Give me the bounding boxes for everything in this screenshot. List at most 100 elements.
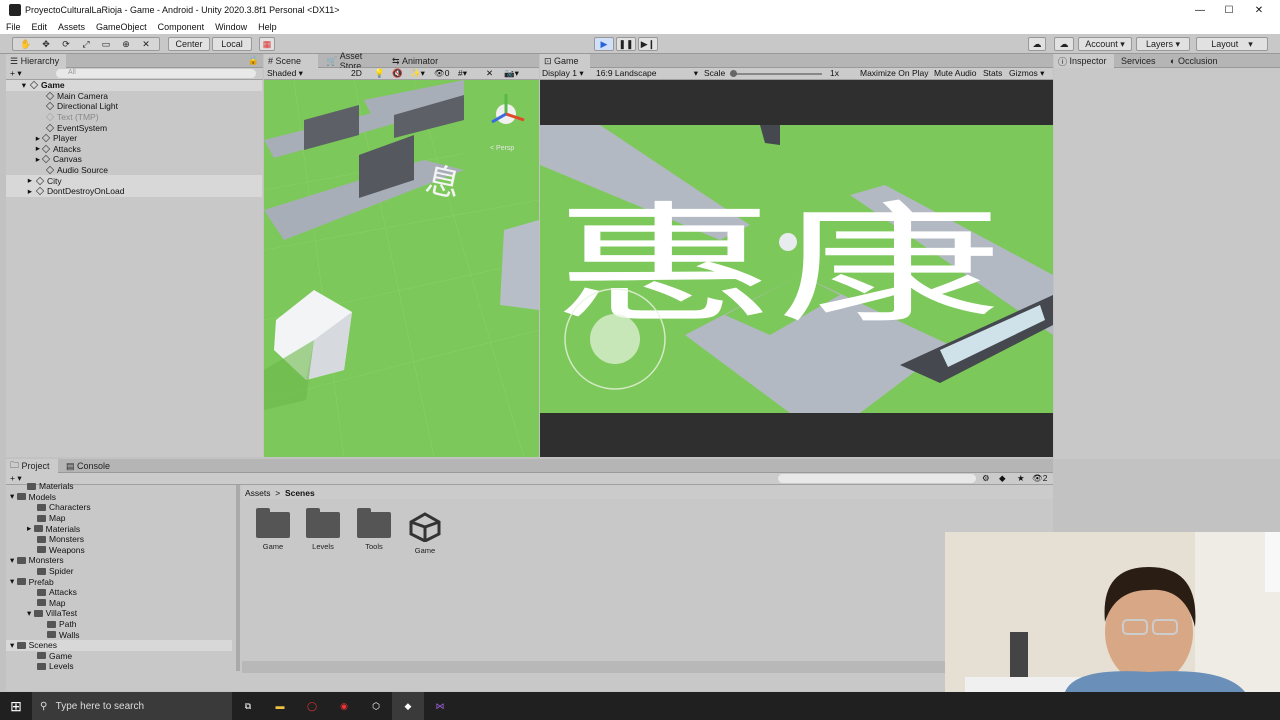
filter-label-icon[interactable]: ◆ [999,473,1006,484]
maximize-on-play-button[interactable]: Maximize On Play [860,68,929,78]
taskbar-search-input[interactable]: ⚲ Type here to search [32,692,232,720]
asset-item[interactable]: Game [403,512,447,555]
scale-tool-icon[interactable]: ⤢ [76,39,96,50]
tree-item[interactable]: Spider [37,566,74,577]
tab-game[interactable]: ⊡ Game [540,54,590,68]
tab-hierarchy[interactable]: ☰ Hierarchy [6,54,66,68]
rotate-tool-icon[interactable]: ⟳ [56,39,76,50]
asset-item[interactable]: Game [251,508,295,551]
tree-item[interactable]: Walls [47,629,79,640]
asset-item[interactable]: Tools [352,508,396,551]
step-button[interactable]: ▶❙ [638,37,658,51]
tree-item[interactable]: Characters [37,502,91,513]
tab-occlusion[interactable]: ◐ Occlusion [1166,54,1234,68]
tree-item[interactable]: ▾ Models [10,491,56,503]
tree-item[interactable]: ▸ Materials [27,523,80,534]
tab-asset-store[interactable]: 🛒 Asset Store [322,51,384,71]
lock-icon[interactable]: 🔒 [248,55,259,66]
tab-console[interactable]: ▤ Console [62,459,120,473]
tab-animator[interactable]: ⇆ Animator [388,54,444,68]
menu-edit[interactable]: Edit [26,22,53,32]
stats-button[interactable]: Stats [983,68,1002,78]
hierarchy-item-player[interactable]: ▸ Player [6,133,262,144]
camera-icon[interactable]: 📷▾ [504,68,519,79]
joystick-knob[interactable] [590,314,640,364]
layout-dropdown[interactable]: Layout ▾ [1196,37,1268,51]
effects-icon[interactable]: ✨▾ [410,68,425,79]
toggle-2d-button[interactable]: 2D [351,68,362,78]
tree-item[interactable]: Path [47,619,77,630]
account-dropdown[interactable]: Account ▾ [1078,37,1132,51]
menu-help[interactable]: Help [252,22,282,32]
filter-type-icon[interactable]: ⚙ [982,473,990,484]
task-view-icon[interactable]: ⧉ [232,692,264,720]
menu-file[interactable]: File [0,22,26,32]
tree-item[interactable]: Attacks [37,587,77,598]
pause-button[interactable]: ❚❚ [616,37,636,51]
breadcrumb-scenes[interactable]: Scenes [285,488,315,498]
visual-studio-icon[interactable]: ⋈ [424,692,456,720]
tree-item[interactable]: Monsters [37,534,84,545]
hierarchy-item-text-tmp[interactable]: Text (TMP) [6,112,262,123]
tree-item[interactable]: Map [37,598,66,609]
asset-item[interactable]: Levels [301,508,345,551]
screen-recorder-icon[interactable]: ◉ [328,692,360,720]
cloud-icon[interactable]: ☁ [1054,37,1074,51]
opera-icon[interactable]: ◯ [296,692,328,720]
hand-tool-icon[interactable]: ✋ [16,39,36,50]
unity-hub-icon[interactable]: ⬡ [360,692,392,720]
scale-slider[interactable] [730,70,822,77]
scene-viewport[interactable]: 息 < Persp [264,80,539,457]
audio-icon[interactable]: 🔇 [392,68,403,79]
hierarchy-item-dontdestroyonload[interactable]: ▸ DontDestroyOnLoad [6,186,262,197]
tree-scrollbar[interactable] [236,485,240,671]
menu-component[interactable]: Component [152,22,210,32]
tab-inspector[interactable]: ⓘ Inspector [1054,54,1114,68]
hierarchy-item-eventsystem[interactable]: EventSystem [6,122,262,133]
windows-start-icon[interactable]: ⊞ [0,692,32,720]
tree-item[interactable]: Materials [27,481,73,492]
maximize-button[interactable]: ☐ [1214,0,1244,20]
grid-icon[interactable]: #▾ [458,68,467,79]
project-search-input[interactable] [778,474,976,483]
pivot-local-button[interactable]: Local [212,37,252,51]
hierarchy-item-audio-source[interactable]: Audio Source [6,165,262,176]
hierarchy-item-attacks[interactable]: ▸ Attacks [6,143,262,155]
transform-tool-icon[interactable]: ⊕ [116,39,136,50]
persp-label[interactable]: < Persp [490,145,514,152]
unity-editor-icon[interactable]: ◆ [392,692,424,720]
collab-icon[interactable]: ☁ [1028,37,1046,51]
close-button[interactable]: ✕ [1244,0,1274,20]
hidden-count[interactable]: 👁2 [1032,473,1048,484]
tree-item[interactable]: ▾ Monsters [10,555,64,566]
visibility-icon[interactable]: 👁0 [434,68,450,79]
shading-dropdown[interactable]: Shaded ▾ [267,68,303,79]
gizmos-button[interactable]: Gizmos ▾ [1009,68,1044,79]
game-viewport[interactable]: 惠康 [540,125,1053,413]
file-explorer-icon[interactable]: ▬ [264,692,296,720]
menu-gameobject[interactable]: GameObject [90,22,152,32]
breadcrumb-assets[interactable]: Assets [245,488,271,498]
tools-icon[interactable]: ✕ [486,68,493,79]
tree-item[interactable]: ▾ VillaTest [27,608,77,619]
hierarchy-item-game[interactable]: ▾ Game [6,80,262,91]
hierarchy-search-input[interactable]: All [56,69,256,78]
menu-assets[interactable]: Assets [52,22,90,32]
tab-scene[interactable]: # Scene [264,54,318,68]
move-tool-icon[interactable]: ✥ [36,39,56,50]
grid-snap-icon[interactable]: ▦ [259,37,275,51]
display-dropdown[interactable]: Display 1 ▾ [542,68,584,79]
tree-item[interactable]: Game [37,651,72,662]
play-button[interactable]: ▶ [594,37,614,51]
custom-tool-icon[interactable]: ✕ [136,39,156,50]
aspect-dropdown[interactable]: 16:9 Landscape ▾ [596,68,698,79]
tree-item[interactable]: Map [37,513,66,524]
hierarchy-item-city[interactable]: ▸ City [6,175,262,186]
menu-window[interactable]: Window [209,22,252,32]
hierarchy-item-main-camera[interactable]: Main Camera [6,91,262,102]
tree-item[interactable]: ▾ Prefab [10,576,54,587]
tree-item-selected[interactable]: ▾ Scenes [6,640,232,651]
tab-services[interactable]: Services [1117,54,1167,68]
pivot-center-button[interactable]: Center [168,37,210,51]
favorite-star-icon[interactable]: ★ [1017,473,1025,484]
